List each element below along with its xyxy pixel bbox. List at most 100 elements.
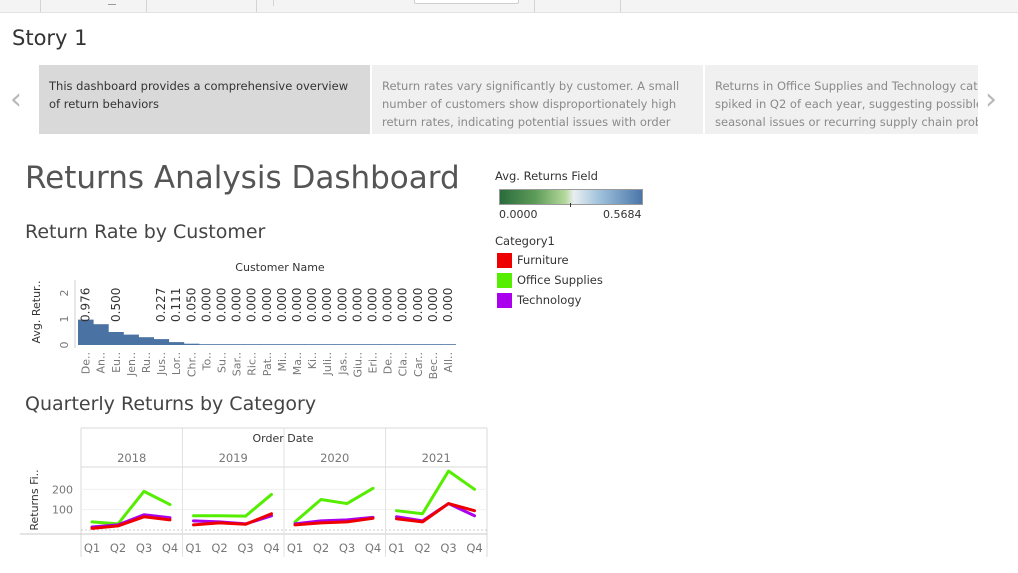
bar-mark bbox=[183, 343, 200, 345]
bar-mark bbox=[319, 344, 336, 345]
bar-data-label: 0.050 bbox=[184, 288, 198, 322]
bar-data-label: 0.000 bbox=[441, 288, 455, 322]
bar-data-label: 0.000 bbox=[396, 288, 410, 322]
line-chart-quarter-label: Q3 bbox=[339, 541, 355, 555]
gradient-legend-marker bbox=[570, 203, 571, 207]
bar-mark bbox=[213, 344, 230, 345]
bar-category-label: De.. bbox=[80, 352, 93, 374]
bar-category-label: Chr.. bbox=[185, 352, 198, 377]
line-chart-header: Order Date bbox=[252, 432, 313, 445]
line-chart-quarter-label: Q1 bbox=[84, 541, 100, 555]
bar-mark bbox=[198, 344, 215, 345]
bar-mark bbox=[229, 344, 245, 345]
section-title-return-rate: Return Rate by Customer bbox=[25, 221, 266, 243]
line-chart-year-label: 2021 bbox=[422, 451, 451, 465]
line-chart-quarter-label: Q4 bbox=[263, 541, 279, 555]
bar-category-label: Ru.. bbox=[140, 352, 153, 373]
bar-mark bbox=[123, 334, 139, 345]
return-rate-bar-chart[interactable]: Customer Name Avg. Retur.. 0 1 2 0.976 0.500 0.… bbox=[22, 252, 492, 380]
bar-mark bbox=[364, 344, 381, 345]
bar-data-label: 0.000 bbox=[275, 288, 289, 322]
line-series-office-supplies bbox=[192, 492, 273, 518]
dashboard-title: Returns Analysis Dashboard bbox=[25, 160, 460, 196]
top-toolbar bbox=[0, 0, 1018, 13]
bar-data-label: 0.500 bbox=[109, 288, 123, 322]
line-series-office-supplies bbox=[293, 486, 375, 524]
bar-category-label: Jen.. bbox=[125, 352, 138, 377]
story-point-3[interactable]: Returns in Office Supplies and Technolog… bbox=[705, 65, 978, 134]
line-chart-quarter-label: Q4 bbox=[466, 541, 482, 555]
bar-mark bbox=[380, 344, 396, 345]
line-chart-y-axis-label: Returns Fi.. bbox=[28, 469, 41, 530]
bar-data-label: 0.000 bbox=[335, 288, 349, 322]
bar-mark bbox=[168, 342, 185, 345]
story-point-1[interactable]: This dashboard provides a comprehensive … bbox=[39, 65, 370, 134]
bar-data-label: 0.000 bbox=[260, 288, 274, 322]
bar-data-label: 0.000 bbox=[230, 288, 244, 322]
story-point-2[interactable]: Return rates vary significantly by custo… bbox=[372, 65, 703, 134]
story-title: Story 1 bbox=[12, 26, 88, 50]
quarterly-returns-line-chart[interactable]: Order Date Returns Fi.. 100 200 2018 Q1 Q2 Q3 Q4… bbox=[20, 425, 490, 560]
bar-mark bbox=[410, 344, 426, 345]
bar-category-label: Car.. bbox=[412, 352, 425, 377]
bar-data-label: 0.000 bbox=[305, 288, 319, 322]
gradient-legend-bar bbox=[499, 189, 643, 205]
line-chart-quarter-label: Q4 bbox=[162, 541, 178, 555]
bar-mark bbox=[289, 344, 305, 345]
bar-data-label: 0.000 bbox=[199, 288, 213, 322]
bar-mark bbox=[153, 339, 170, 345]
bar-data-label: 0.000 bbox=[426, 288, 440, 322]
bar-category-label: Ric.. bbox=[246, 352, 259, 376]
legend-swatch bbox=[497, 293, 512, 308]
bar-category-label: Ma.. bbox=[291, 352, 304, 375]
bar-mark bbox=[395, 344, 411, 345]
bar-mark bbox=[440, 344, 456, 345]
line-chart-quarter-label: Q3 bbox=[237, 541, 253, 555]
category-legend-title: Category1 bbox=[495, 234, 555, 248]
toolbar-field[interactable] bbox=[414, 0, 519, 4]
bar-category-label: Cla.. bbox=[397, 352, 410, 376]
bar-category-label: De.. bbox=[382, 352, 395, 374]
bar-data-label: 0.000 bbox=[411, 288, 425, 322]
legend-label: Office Supplies bbox=[517, 273, 603, 287]
bar-category-label: Jas.. bbox=[336, 352, 349, 376]
bar-data-label: 0.111 bbox=[169, 288, 183, 322]
toolbar-divider bbox=[256, 0, 257, 12]
bar-category-label: Lor.. bbox=[170, 352, 183, 375]
bar-chart-y-tick: 1 bbox=[58, 316, 71, 323]
bar-category-label: Su.. bbox=[215, 352, 228, 373]
bar-data-label: 0.000 bbox=[320, 288, 334, 322]
line-chart-quarter-label: Q3 bbox=[440, 541, 456, 555]
bar-data-label: 0.000 bbox=[214, 288, 228, 322]
bar-data-label: 0.000 bbox=[365, 288, 379, 322]
story-point-3-line2: spiked in Q2 of each year, suggesting po… bbox=[715, 97, 978, 111]
bar-mark bbox=[108, 332, 124, 345]
bar-category-label: All.. bbox=[442, 352, 455, 373]
line-chart-y-tick: 200 bbox=[52, 483, 73, 496]
line-chart-quarter-label: Q1 bbox=[287, 541, 303, 555]
line-chart-year-label: 2018 bbox=[117, 451, 146, 465]
bar-mark bbox=[274, 344, 290, 345]
bar-category-label: Eri.. bbox=[366, 352, 379, 374]
legend-label: Furniture bbox=[517, 253, 569, 267]
bar-category-label: An.. bbox=[95, 352, 108, 374]
line-chart-quarter-label: Q3 bbox=[136, 541, 152, 555]
toolbar-icon[interactable] bbox=[108, 0, 116, 5]
bar-mark bbox=[78, 319, 94, 345]
story-next-arrow-icon[interactable]: › bbox=[985, 85, 997, 115]
bar-category-label: Pat.. bbox=[261, 352, 274, 376]
bar-chart-y-axis-label: Avg. Retur.. bbox=[30, 280, 43, 343]
bar-mark bbox=[334, 344, 351, 345]
bar-mark bbox=[244, 344, 260, 345]
story-prev-arrow-icon[interactable]: ‹ bbox=[10, 85, 22, 115]
line-chart-quarter-label: Q2 bbox=[211, 541, 227, 555]
bar-mark bbox=[349, 344, 366, 345]
bar-mark bbox=[304, 344, 321, 345]
bar-category-label: Jus.. bbox=[155, 352, 168, 376]
line-chart-quarter-label: Q1 bbox=[185, 541, 201, 555]
toolbar-icon[interactable] bbox=[273, 0, 274, 6]
bar-mark bbox=[93, 324, 109, 345]
line-chart-quarter-label: Q2 bbox=[313, 541, 329, 555]
toolbar-divider bbox=[146, 0, 147, 12]
bar-data-label: 0.000 bbox=[381, 288, 395, 322]
